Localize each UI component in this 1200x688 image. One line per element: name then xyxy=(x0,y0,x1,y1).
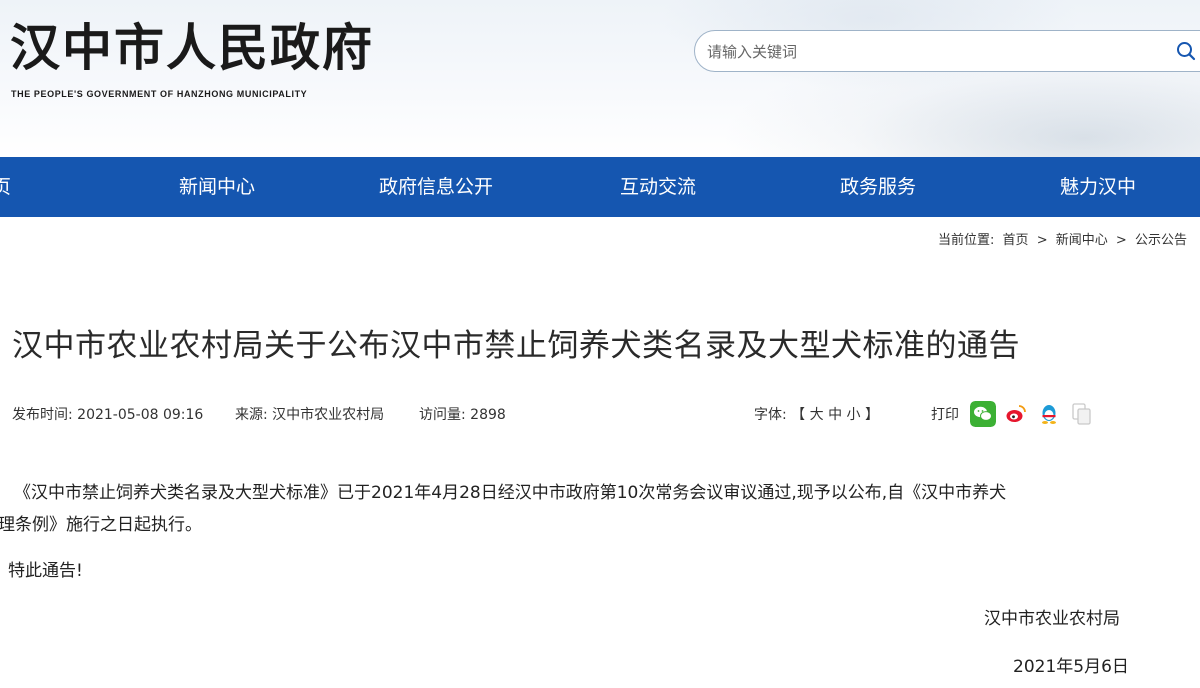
qq-icon[interactable] xyxy=(1036,401,1062,427)
article-title: 汉中市农业农村局关于公布汉中市禁止饲养犬类名录及大型犬标准的通告 xyxy=(12,328,1020,364)
nav-item-interaction[interactable]: 互动交流 xyxy=(620,157,696,217)
nav-item-gov-info[interactable]: 政府信息公开 xyxy=(379,157,493,217)
article-date: 2021年5月6日 xyxy=(1013,657,1129,677)
view-count: 访问量: 2898 xyxy=(419,404,506,424)
publish-label: 发布时间: xyxy=(12,407,73,423)
nav-item-home[interactable]: 页 xyxy=(0,157,11,217)
article-notice: 特此通告! xyxy=(8,561,83,581)
search-input[interactable] xyxy=(705,39,1159,65)
breadcrumb-news[interactable]: 新闻中心 xyxy=(1056,233,1108,248)
article-signature: 汉中市农业农村局 xyxy=(984,609,1120,629)
breadcrumb-separator: > xyxy=(1036,233,1048,248)
source-value: 汉中市农业农村局 xyxy=(272,407,385,423)
nav-item-news[interactable]: 新闻中心 xyxy=(179,157,255,217)
font-size-control: 字体: 【 大 中 小 】 xyxy=(754,404,879,424)
article-paragraph-line1: 《汉中市禁止饲养犬类名录及大型犬标准》已于2021年4月28日经汉中市政府第10… xyxy=(14,483,1007,503)
weibo-icon[interactable] xyxy=(1003,401,1029,427)
site-logo-cn[interactable]: 汉中市人民政府 xyxy=(10,18,374,78)
site-header: 汉中市人民政府 THE PEOPLE'S GOVERNMENT OF HANZH… xyxy=(0,0,1200,157)
breadcrumb-notices[interactable]: 公示公告 xyxy=(1135,233,1187,248)
search-icon[interactable] xyxy=(1176,41,1196,61)
breadcrumb-label: 当前位置: xyxy=(938,233,995,248)
nav-item-hanzhong[interactable]: 魅力汉中 xyxy=(1060,157,1136,217)
article-paragraph-line2: 理条例》施行之日起执行。 xyxy=(0,515,202,535)
nav-item-services[interactable]: 政务服务 xyxy=(840,157,916,217)
views-label: 访问量: xyxy=(419,407,466,423)
font-label: 字体: xyxy=(754,407,787,423)
views-value: 2898 xyxy=(470,407,506,423)
publish-time: 发布时间: 2021-05-08 09:16 xyxy=(12,404,203,424)
site-logo-en: THE PEOPLE'S GOVERNMENT OF HANZHONG MUNI… xyxy=(11,89,308,99)
breadcrumb-separator: > xyxy=(1115,233,1127,248)
breadcrumb: 当前位置: 首页 > 新闻中心 > 公示公告 xyxy=(938,229,1191,248)
main-nav: 页 新闻中心 政府信息公开 互动交流 政务服务 魅力汉中 xyxy=(0,157,1200,217)
copy-icon[interactable] xyxy=(1069,401,1095,427)
wechat-icon[interactable] xyxy=(970,401,996,427)
print-button[interactable]: 打印 xyxy=(931,404,959,424)
font-size-options[interactable]: 【 大 中 小 】 xyxy=(791,407,879,423)
source-label: 来源: xyxy=(235,407,268,423)
article-source: 来源: 汉中市农业农村局 xyxy=(235,404,384,424)
search-box xyxy=(694,30,1200,72)
breadcrumb-home[interactable]: 首页 xyxy=(1003,233,1029,248)
publish-value: 2021-05-08 09:16 xyxy=(77,407,204,423)
